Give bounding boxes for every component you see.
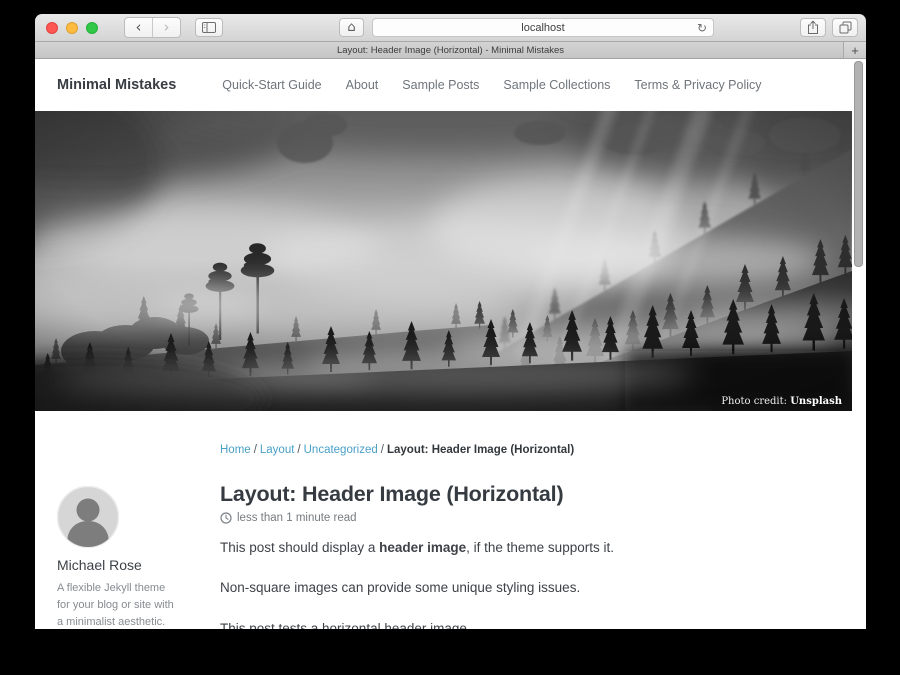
address-bar[interactable]: localhost ↻ — [372, 18, 714, 37]
nav-item-sample-posts[interactable]: Sample Posts — [402, 78, 479, 92]
close-window-button[interactable] — [46, 22, 58, 34]
breadcrumb-link-layout[interactable]: Layout — [260, 444, 295, 456]
breadcrumb-link-home[interactable]: Home — [220, 444, 251, 456]
share-button[interactable] — [800, 18, 826, 37]
browser-toolbar: ‹ › ⌂ localhost ↻ — [35, 14, 866, 42]
nav-item-sample-collections[interactable]: Sample Collections — [503, 78, 610, 92]
page-title: Layout: Header Image (Horizontal) — [220, 482, 826, 507]
zoom-window-button[interactable] — [86, 22, 98, 34]
forward-button[interactable]: › — [152, 18, 180, 37]
site-nav: Quick-Start Guide About Sample Posts Sam… — [222, 78, 761, 92]
traffic-lights — [46, 22, 98, 34]
page-scrollbar-thumb[interactable] — [854, 61, 863, 267]
paragraph-1-bold: header image — [379, 540, 466, 555]
foggy-forest-illustration — [35, 111, 852, 411]
new-tab-button[interactable]: + — [843, 42, 866, 58]
home-icon: ⌂ — [347, 20, 355, 35]
minimize-window-button[interactable] — [66, 22, 78, 34]
tabs-icon — [839, 21, 852, 34]
back-button[interactable]: ‹ — [125, 18, 152, 37]
page-meta: less than 1 minute read — [220, 512, 826, 524]
breadcrumb-separator: / — [254, 444, 257, 456]
read-time: less than 1 minute read — [237, 512, 357, 524]
site-title-link[interactable]: Minimal Mistakes — [57, 77, 176, 93]
share-icon — [807, 20, 819, 35]
breadcrumb-separator: / — [297, 444, 300, 456]
active-tab[interactable]: Layout: Header Image (Horizontal) - Mini… — [337, 45, 564, 56]
paragraph-1: This post should display a header image,… — [220, 538, 826, 558]
tab-bar: Layout: Header Image (Horizontal) - Mini… — [35, 42, 866, 59]
article-main: Home/Layout/Uncategorized/Layout: Header… — [220, 444, 866, 629]
nav-item-quick-start-guide[interactable]: Quick-Start Guide — [222, 78, 321, 92]
photo-credit: Photo credit: Unsplash — [711, 392, 852, 411]
paragraph-3: This post tests a horizontal header imag… — [220, 619, 826, 630]
author-sidebar: Michael Rose A flexible Jekyll theme for… — [57, 444, 220, 629]
site-masthead: Minimal Mistakes Quick-Start Guide About… — [35, 59, 866, 111]
photo-credit-prefix: Photo credit: — [721, 396, 790, 407]
paragraph-2: Non-square images can provide some uniqu… — [220, 578, 826, 598]
reload-icon[interactable]: ↻ — [697, 22, 707, 34]
clock-icon — [220, 512, 232, 524]
author-bio: A flexible Jekyll theme for your blog or… — [57, 580, 179, 629]
breadcrumb-current: Layout: Header Image (Horizontal) — [387, 444, 574, 456]
breadcrumb-link-uncategorized[interactable]: Uncategorized — [304, 444, 378, 456]
screenshot-stage: ‹ › ⌂ localhost ↻ — [0, 0, 900, 675]
nav-item-terms-privacy[interactable]: Terms & Privacy Policy — [634, 78, 761, 92]
photo-credit-link[interactable]: Unsplash — [790, 396, 842, 407]
sidebar-icon — [202, 22, 216, 33]
browser-window: ‹ › ⌂ localhost ↻ — [35, 14, 866, 642]
tab-overview-button[interactable] — [832, 18, 858, 37]
content-row: Michael Rose A flexible Jekyll theme for… — [35, 411, 866, 629]
header-image: Photo credit: Unsplash — [35, 111, 852, 411]
paragraph-1-pre: This post should display a — [220, 540, 379, 555]
author-name: Michael Rose — [57, 557, 220, 573]
breadcrumb: Home/Layout/Uncategorized/Layout: Header… — [220, 444, 826, 456]
author-avatar — [57, 486, 119, 548]
url-text: localhost — [521, 22, 564, 34]
history-nav-group: ‹ › — [124, 17, 181, 38]
home-button[interactable]: ⌂ — [339, 18, 364, 37]
page-viewport: Minimal Mistakes Quick-Start Guide About… — [35, 59, 866, 629]
sidebar-toggle-button[interactable] — [195, 18, 223, 37]
breadcrumb-separator: / — [381, 444, 384, 456]
paragraph-1-post: , if the theme supports it. — [466, 540, 614, 555]
nav-item-about[interactable]: About — [346, 78, 379, 92]
